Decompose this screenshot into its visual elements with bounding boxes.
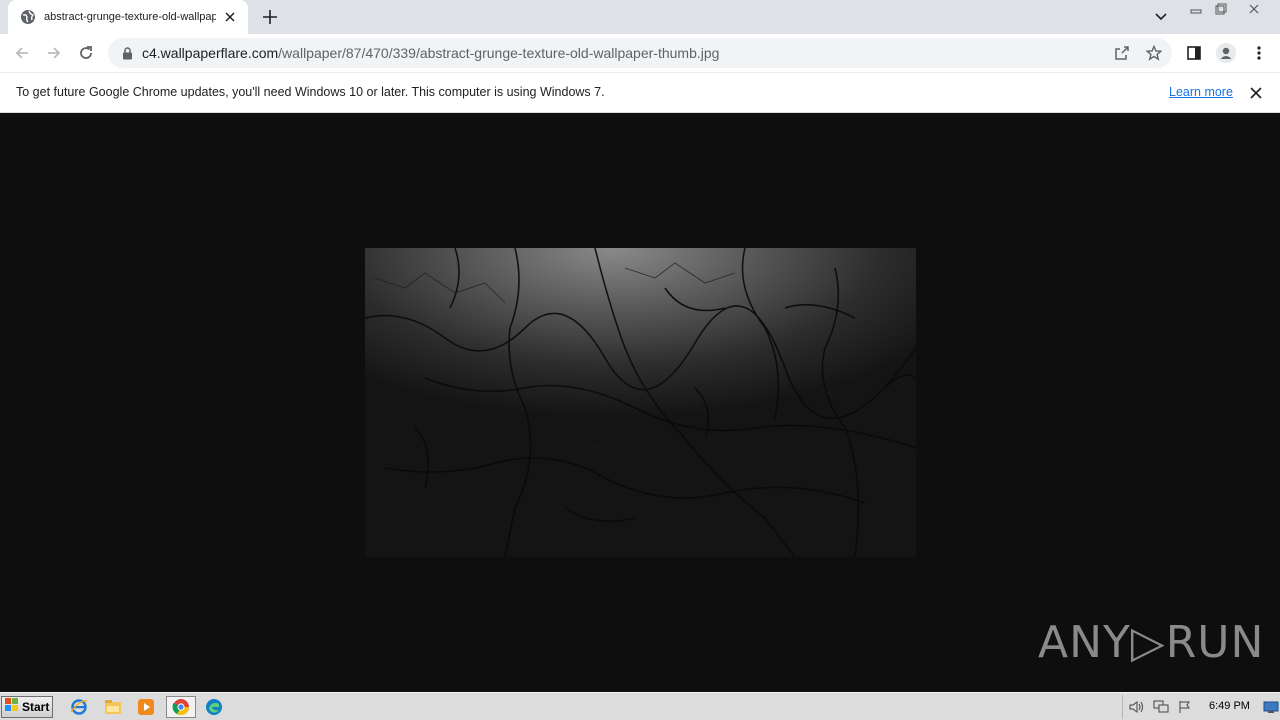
close-tab-icon[interactable] <box>222 9 238 25</box>
learn-more-link[interactable]: Learn more <box>1169 85 1233 99</box>
side-panel-icon[interactable] <box>1180 39 1208 67</box>
tab-title: abstract-grunge-texture-old-wallpap <box>44 11 216 23</box>
reload-icon[interactable] <box>72 39 100 67</box>
minimize-window-icon[interactable] <box>1183 0 1209 18</box>
new-tab-button[interactable] <box>258 5 282 29</box>
explorer-icon[interactable] <box>100 696 126 718</box>
windows-taskbar: Start 6:49 PM <box>0 692 1280 720</box>
url-host: c4.wallpaperflare.com <box>142 45 279 61</box>
taskbar-clock[interactable]: 6:49 PM <box>1209 700 1250 712</box>
network-icon[interactable] <box>1152 699 1170 715</box>
start-label: Start <box>22 700 50 714</box>
url-text: c4.wallpaperflare.com/wallpaper/87/470/3… <box>142 45 719 61</box>
tab-search-chevron-icon[interactable] <box>1150 7 1172 27</box>
lock-icon[interactable] <box>120 46 134 60</box>
windows-logo-icon <box>5 697 19 717</box>
globe-icon <box>20 9 36 25</box>
watermark-text: ANY▷RUN <box>1038 616 1265 668</box>
url-path: /wallpaper/87/470/339/abstract-grunge-te… <box>278 45 720 61</box>
screen: abstract-grunge-texture-old-wallpap c4.w… <box>0 0 1280 720</box>
browser-tab[interactable]: abstract-grunge-texture-old-wallpap <box>8 0 248 34</box>
update-infobar: To get future Google Chrome updates, you… <box>0 72 1280 113</box>
address-bar[interactable]: c4.wallpaperflare.com/wallpaper/87/470/3… <box>108 38 1172 68</box>
start-button[interactable]: Start <box>1 696 53 718</box>
menu-kebab-icon[interactable] <box>1245 39 1273 67</box>
anyrun-watermark: ANY▷RUN <box>1038 610 1263 674</box>
page-content: ANY▷RUN <box>0 113 1280 692</box>
volume-icon[interactable] <box>1127 699 1145 715</box>
cracked-texture-image[interactable] <box>365 248 916 557</box>
close-window-icon[interactable] <box>1238 0 1270 18</box>
browser-toolbar: c4.wallpaperflare.com/wallpaper/87/470/3… <box>0 34 1280 72</box>
infobar-message: To get future Google Chrome updates, you… <box>16 85 605 99</box>
chrome-icon[interactable] <box>166 696 196 718</box>
show-desktop-icon[interactable] <box>1261 699 1280 715</box>
edge-icon[interactable] <box>201 696 227 718</box>
forward-icon[interactable] <box>40 39 68 67</box>
system-tray: 6:49 PM <box>1122 695 1280 719</box>
infobar-close-icon[interactable] <box>1246 83 1266 103</box>
ie-icon[interactable] <box>66 696 92 718</box>
profile-avatar-icon[interactable] <box>1212 39 1240 67</box>
restore-window-icon[interactable] <box>1208 0 1234 18</box>
media-player-icon[interactable] <box>133 696 159 718</box>
tab-strip: abstract-grunge-texture-old-wallpap <box>0 0 1280 34</box>
action-center-flag-icon[interactable] <box>1176 699 1194 715</box>
back-icon[interactable] <box>8 39 36 67</box>
bookmark-star-icon[interactable] <box>1143 42 1165 64</box>
share-icon[interactable] <box>1111 42 1133 64</box>
